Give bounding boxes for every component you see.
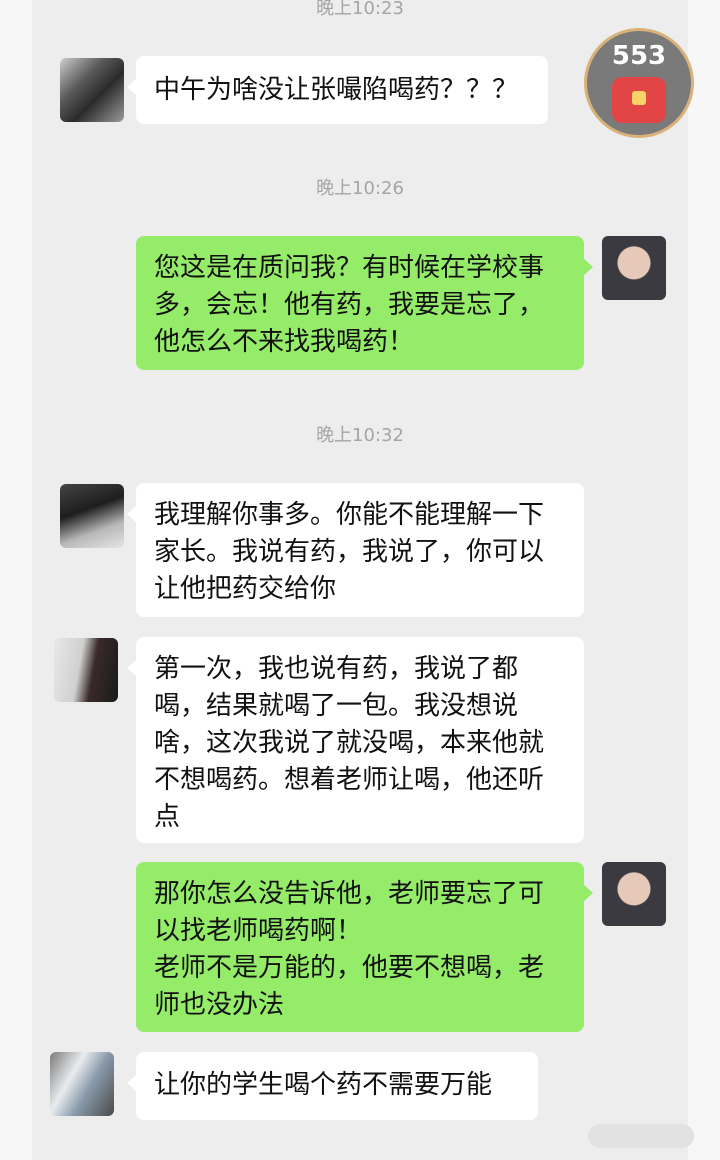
message-bubble-outgoing[interactable]: 那你怎么没告诉他，老师要忘了可以找老师喝药啊！ 老师不是万能的，他要不想喝，老师… [136, 862, 593, 1032]
message-bubble-incoming[interactable]: 让你的学生喝个药不需要万能 [127, 1052, 538, 1120]
chat-area: 晚上10:23 中午为啥没让张嘬陷喝药？？？ 晚上10:26 您这是在质问我？有… [0, 0, 720, 1160]
parent-avatar[interactable] [50, 1052, 114, 1116]
red-envelope-icon [612, 77, 666, 123]
parent-avatar[interactable] [54, 638, 118, 702]
watermark [588, 1124, 694, 1148]
timestamp: 晚上10:26 [316, 178, 404, 199]
teacher-avatar[interactable] [602, 862, 666, 926]
timestamp: 晚上10:32 [316, 425, 404, 446]
parent-avatar[interactable] [60, 484, 124, 548]
message-bubble-incoming[interactable]: 第一次，我也说有药，我说了都喝，结果就喝了一包。我没想说啥，这次我说了就没喝，本… [127, 637, 584, 843]
red-envelope-badge[interactable]: 553 [584, 28, 694, 138]
message-bubble-incoming[interactable]: 我理解你事多。你能不能理解一下家长。我说有药，我说了，你可以让他把药交给你 [127, 483, 584, 617]
message-bubble-outgoing[interactable]: 您这是在质问我？有时候在学校事多，会忘！他有药，我要是忘了，他怎么不来找我喝药！ [136, 236, 593, 370]
timestamp: 晚上10:23 [316, 0, 404, 19]
badge-count: 553 [611, 41, 667, 71]
teacher-avatar[interactable] [602, 236, 666, 300]
parent-avatar[interactable] [60, 58, 124, 122]
message-bubble-incoming[interactable]: 中午为啥没让张嘬陷喝药？？？ [127, 56, 548, 124]
